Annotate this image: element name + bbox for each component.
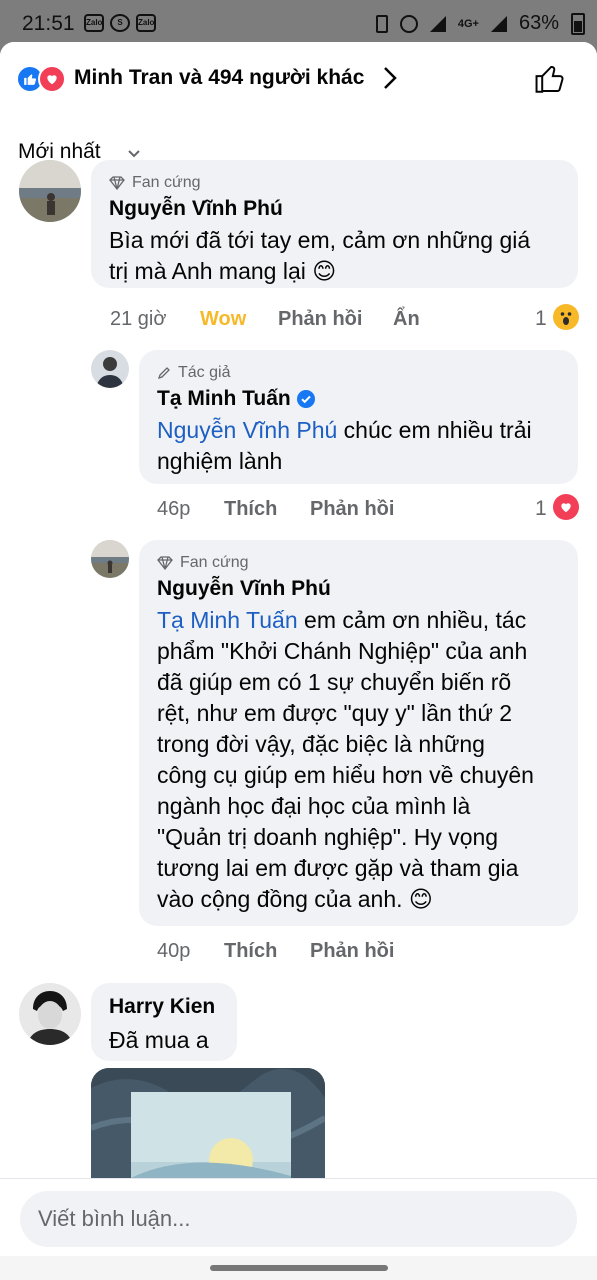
comment-line: phẩm "Khởi Chánh Nghiệp" của anh [157,638,528,664]
battery-percent: 63% [518,12,559,34]
comment-bubble[interactable]: Tác giả Tạ Minh Tuấn Nguyễn Vĩnh Phú chú… [139,350,578,484]
comment-bubble[interactable]: Harry Kien Đã mua a [91,983,237,1061]
comment-line: tương lai em được gặp và tham gia [157,855,519,881]
comment-bubble[interactable]: Fan cứng Nguyễn Vĩnh Phú Bìa mới đã tới … [91,160,578,288]
badge-label: Fan cứng [132,174,201,191]
chevron-right-icon[interactable] [382,66,398,90]
comment-author[interactable]: Harry Kien [109,995,215,1019]
comment-author[interactable]: Nguyễn Vĩnh Phú [109,197,283,221]
reaction-icons[interactable] [16,65,66,93]
system-nav-bar [0,1256,597,1280]
diamond-icon [109,176,125,190]
comment-text: Tạ Minh Tuấn em cảm ơn nhiều, tác phẩm "… [157,605,534,915]
diamond-icon [157,556,173,570]
comment-line: rệt, như em được "quy y" lần thứ 2 [157,700,513,726]
comment-line: "Quản trị doanh nghiệp". Hy vọng [157,824,499,850]
reply-button[interactable]: Phản hồi [310,940,394,963]
comment-line: Tạ Minh Tuấn em cảm ơn nhiều, tác [157,605,534,636]
comment-input[interactable] [20,1191,577,1247]
comment-line-rest: em cảm ơn nhiều, tác [297,607,527,633]
mention-link[interactable]: Tạ Minh Tuấn [157,607,298,633]
comment-time: 21 giờ [110,308,167,330]
comment-author[interactable]: Tạ Minh Tuấn [157,387,315,411]
sim-icon [375,14,388,33]
comment-line: đã giúp em có 1 sự chuyển biến rõ [157,669,512,695]
comment-author[interactable]: Nguyễn Vĩnh Phú [157,577,331,601]
reply-button[interactable]: Phản hồi [310,498,394,521]
signal-icon [429,15,446,32]
comment-line: trị mà Anh mang lại 😊 [109,258,337,284]
avatar[interactable] [91,350,129,388]
comment-time: 46p [157,498,191,520]
sort-label[interactable]: Mới nhất [18,140,101,164]
home-indicator[interactable] [210,1265,388,1271]
top-fan-badge: Fan cứng [157,554,249,572]
top-fan-badge: Fan cứng [109,174,201,192]
wow-reaction-button[interactable]: Wow [200,308,246,331]
badge-label: Fan cứng [180,554,249,571]
mention-link[interactable]: Nguyễn Vĩnh Phú [157,417,337,443]
comment-text: Bìa mới đã tới tay em, cảm ơn những giá … [109,225,530,287]
love-icon[interactable] [553,494,579,520]
status-right: 4G+ 63% [375,12,585,35]
author-badge: Tác giả [157,364,230,382]
reply-button[interactable]: Phản hồi [278,308,362,331]
comment-line: nghiệm lành [157,448,283,474]
status-bar: 21:51 Zalo S Zalo 4G+ 63% [0,0,597,44]
signal-icon-2 [490,15,507,32]
comments-sheet: Minh Tran và 494 người khác Mới nhất Fan… [0,42,597,1256]
comment-line: Bìa mới đã tới tay em, cảm ơn những giá [109,227,531,253]
comment-line: Nguyễn Vĩnh Phú chúc em nhiều trải [157,415,532,446]
battery-icon [571,12,585,35]
network-label: 4G+ [457,17,479,30]
zalo-icon: Zalo [84,14,104,32]
app-s-icon: S [110,14,130,32]
like-button[interactable]: Thích [224,940,277,963]
love-reaction-icon [38,65,66,93]
reactions-header: Minh Tran và 494 người khác [0,42,597,114]
avatar[interactable] [91,540,129,578]
comment-line: công cụ giúp em hiểu hơn về chuyên [157,762,534,788]
like-button[interactable]: Thích [224,498,277,521]
caret-down-icon[interactable] [128,150,140,158]
alarm-icon [399,14,418,33]
reactions-summary[interactable]: Minh Tran và 494 người khác [74,66,364,90]
comment-composer [0,1178,597,1256]
wow-icon[interactable] [553,304,579,330]
like-outline-icon[interactable] [533,62,567,96]
zalo-icon-2: Zalo [136,14,156,32]
comment-time: 40p [157,940,191,962]
comment-bubble[interactable]: Fan cứng Nguyễn Vĩnh Phú Tạ Minh Tuấn em… [139,540,578,926]
reaction-count[interactable]: 1 [535,307,547,331]
comment-line: ngành học đại học của mình là [157,793,471,819]
badge-label: Tác giả [178,364,231,381]
verified-icon [296,390,315,409]
pencil-icon [157,367,170,380]
comment-line-rest: chúc em nhiều trải [337,417,532,443]
hide-button[interactable]: Ẩn [393,308,420,331]
avatar[interactable] [19,160,81,222]
comment-line: vào cộng đồng của anh. 😊 [157,886,433,912]
avatar[interactable] [19,983,81,1045]
reaction-count[interactable]: 1 [535,497,547,521]
comment-text: Nguyễn Vĩnh Phú chúc em nhiều trải nghiệ… [157,415,532,477]
author-name[interactable]: Tạ Minh Tuấn [157,387,291,410]
comment-line: trong đời vậy, đặc biệc là những [157,731,485,757]
comment-text: Đã mua a [109,1027,209,1053]
status-time: 21:51 [22,12,75,35]
